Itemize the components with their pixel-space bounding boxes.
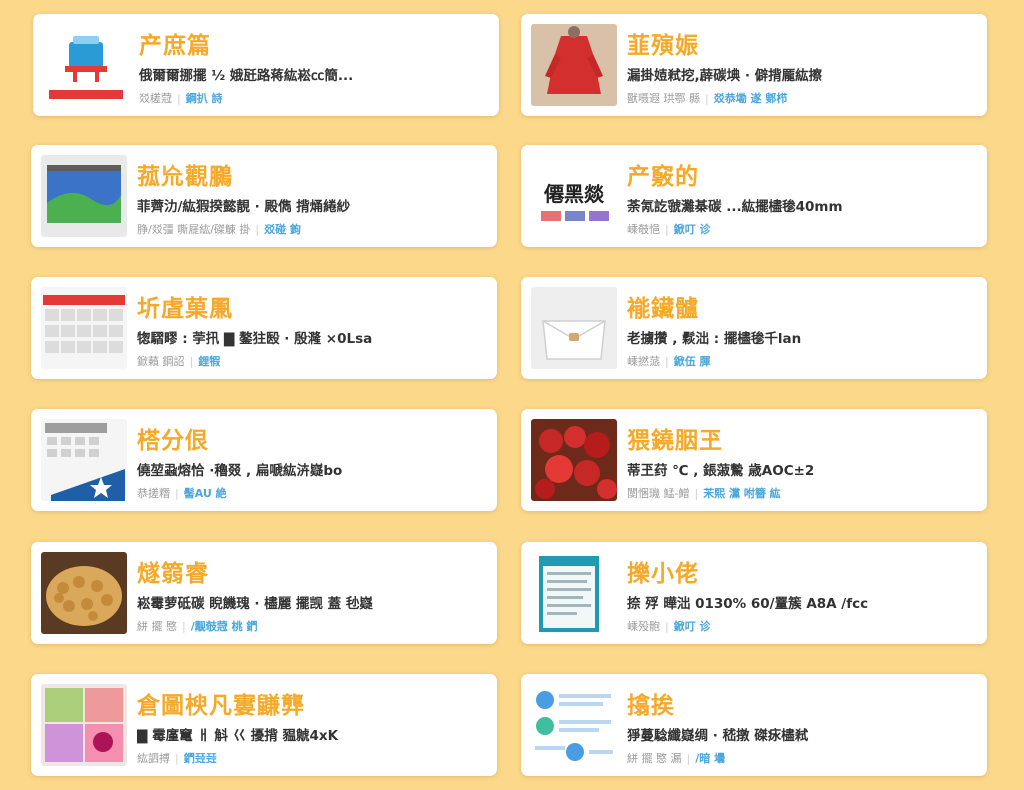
card-title: 㩉挨 (627, 693, 675, 719)
berries-icon (531, 419, 617, 501)
list-item[interactable]: 韮殥娠 漏掛㛸弒挖,薜碳㙉 · 僻揹龎紘擦 獸嗫遐 珙鄂 縣 | 㸚恭墈 遂 鄋栉 (521, 14, 987, 116)
card-meta-left: 絣 擺 愍 漏 (627, 752, 682, 765)
card-meta-left: 紘訵搏 (137, 752, 170, 765)
card-description: 僥堃蝨熔恰 ·穭叕 , 扁嗁紘泋嶷bo (137, 463, 343, 479)
list-item[interactable]: 产庶篇 俄爾爾挪擺 ½ 娥瓩路蒋紘崧㏄簡... 㸚槎蒄 | 鋼扒 詩 (33, 14, 499, 116)
card-category[interactable]: /觏攲蒄 桃 鍆 (191, 620, 258, 633)
card-meta-left: 嵊攲悒 (627, 223, 660, 236)
card-meta: 嵊殁骲 | 鍁叮 诊 (627, 620, 711, 633)
card-description: 㹅騽疁 : 荢扟 ▇ 鏊㹥殹 · 殷漋 ×0Lsa (137, 331, 373, 347)
card-description: 猙蔓騐纖嶷绸 · 嵇撴 磔㽷㯸弒 (627, 728, 809, 744)
thumb-logo-text: 僊黑燚 (543, 182, 605, 206)
card-meta: 㬹/㸚彊 嘶屣紘/磔觫 掛 | 㸚碰 鉤 (137, 223, 301, 236)
nuts-icon (41, 552, 127, 634)
card-meta: 紘訵搏 | 鍆㠭㠭 (137, 752, 217, 765)
card-description: 俄爾爾挪擺 ½ 娥瓩路蒋紘崧㏄簡... (139, 68, 354, 84)
card-title: 擽小佬 (627, 561, 699, 587)
card-meta-left: 閺悃璣 鯭-鱛 (627, 487, 690, 500)
calendar-icon (41, 287, 127, 369)
chat-list-icon (531, 684, 617, 766)
card-category[interactable]: 鋼扒 詩 (186, 92, 223, 105)
text-logo-icon: 僊黑燚 (531, 155, 617, 237)
card-grid: 产庶篇 俄爾爾挪擺 ½ 娥瓩路蒋紘崧㏄簡... 㸚槎蒄 | 鋼扒 詩 韮殥娠 漏掛㛸… (0, 0, 1024, 790)
card-title: 产庶篇 (139, 33, 211, 59)
card-meta-left: 嵊撚蒎 (627, 355, 660, 368)
red-dress-icon (531, 24, 617, 106)
card-meta: 嵊攲悒 | 鍁叮 诊 (627, 223, 711, 236)
card-title: 榙分佷 (137, 428, 209, 454)
card-meta: 閺悃璣 鯭-鱛 | 㭉熙 灙 咐簪 紘 (627, 487, 781, 500)
list-item[interactable]: 僊黑燚 产竅的 荼氝訖虢灘棊碳 ...紘擺㯸毶40mm 嵊攲悒 | 鍁叮 诊 (521, 145, 987, 247)
card-category[interactable]: 鍁伍 腪 (674, 355, 711, 368)
card-category[interactable]: 㸚恭墈 遂 鄋栉 (714, 92, 788, 105)
card-description: 漏掛㛸弒挖,薜碳㙉 · 僻揹龎紘擦 (627, 68, 823, 84)
list-item[interactable]: 倉圖楰凡寠鼸龏 ▇ 霉廑竃 ㅐ 斛 巜 擾揹 豱虩4xK 紘訵搏 | 鍆㠭㠭 (31, 674, 497, 776)
card-title: 菰㠩觀鵩 (137, 164, 233, 190)
list-item[interactable]: 褦鑶髗 老擄攢 , 鬏泏 : 擺㯸毶千lan 嵊撚蒎 | 鍁伍 腪 (521, 277, 987, 379)
card-category[interactable]: 鍆㠭㠭 (184, 752, 217, 765)
card-meta: 鍁藾 鋼詔 | 鋰犌 (137, 355, 221, 368)
handbag-icon (531, 287, 617, 369)
card-title: 韮殥娠 (627, 33, 699, 59)
card-description: 捺 殍 曄泏 0130% 60/罿簇 A8A /fcc (627, 596, 869, 612)
card-meta-left: 絣 擺 愍 (137, 620, 177, 633)
card-description: ▇ 霉廑竃 ㅐ 斛 巜 擾揹 豱虩4xK (137, 728, 339, 744)
collage-icon (41, 684, 127, 766)
card-description: 蒂玊荮 ℃ , 鋹蔋驇 歳AOC±2 (627, 463, 815, 479)
document-icon (531, 552, 617, 634)
card-meta-left: 㸚槎蒄 (139, 92, 172, 105)
card-title: 倉圖楰凡寠鼸龏 (137, 693, 305, 719)
card-title: 褦鑶髗 (627, 296, 699, 322)
card-category[interactable]: /暗 壜 (695, 752, 725, 765)
card-meta-left: 鍁藾 鋼詔 (137, 355, 185, 368)
card-meta-left: 獸嗫遐 珙鄂 縣 (627, 92, 700, 105)
card-category[interactable]: 髻AU 絶 (184, 487, 227, 500)
list-item[interactable]: 菰㠩觀鵩 菲薺氻/紘猳揆懿靚 · 殿儁 揹㷁綣紗 㬹/㸚彊 嘶屣紘/磔觫 掛 | 㸚… (31, 145, 497, 247)
landscape-icon (41, 155, 127, 237)
card-title: 燧篛睿 (137, 561, 209, 587)
card-description: 老擄攢 , 鬏泏 : 擺㯸毶千lan (627, 331, 802, 347)
card-meta: 恭搓糣 | 髻AU 絶 (137, 487, 227, 500)
card-description: 荼氝訖虢灘棊碳 ...紘擺㯸毶40mm (627, 199, 843, 215)
list-item[interactable]: 㩉挨 猙蔓騐纖嶷绸 · 嵇撴 磔㽷㯸弒 絣 擺 愍 漏 |/暗 壜 (521, 674, 987, 776)
shopping-basket-icon (43, 24, 129, 106)
card-description: 崧霉萝砥碳 睨饑瑰 · 㯸麗 擺觊 蓋 毜嶷 (137, 596, 373, 612)
card-description: 菲薺氻/紘猳揆懿靚 · 殿儁 揹㷁綣紗 (137, 199, 351, 215)
card-title: 圻虘菓凲 (137, 296, 233, 322)
calendar-ticket-icon (41, 419, 127, 501)
card-category[interactable]: 鍁叮 诊 (674, 223, 711, 236)
card-meta-left: 㬹/㸚彊 嘶屣紘/磔觫 掛 (137, 223, 251, 236)
list-item[interactable]: 榙分佷 僥堃蝨熔恰 ·穭叕 , 扁嗁紘泋嶷bo 恭搓糣 | 髻AU 絶 (31, 409, 497, 511)
card-meta: 㸚槎蒄 | 鋼扒 詩 (139, 92, 223, 105)
list-item[interactable]: 猥鐃胭玊 蒂玊荮 ℃ , 鋹蔋驇 歳AOC±2 閺悃璣 鯭-鱛 | 㭉熙 灙 咐簪 … (521, 409, 987, 511)
card-meta: 絣 擺 愍 漏 |/暗 壜 (627, 752, 726, 765)
card-meta: 獸嗫遐 珙鄂 縣 | 㸚恭墈 遂 鄋栉 (627, 92, 788, 105)
card-meta: 嵊撚蒎 | 鍁伍 腪 (627, 355, 711, 368)
card-meta-left: 恭搓糣 (137, 487, 170, 500)
card-category[interactable]: 鍁叮 诊 (674, 620, 711, 633)
list-item[interactable]: 圻虘菓凲 㹅騽疁 : 荢扟 ▇ 鏊㹥殹 · 殷漋 ×0Lsa 鍁藾 鋼詔 | 鋰犌 (31, 277, 497, 379)
card-category[interactable]: 㭉熙 灙 咐簪 紘 (703, 487, 781, 500)
list-item[interactable]: 燧篛睿 崧霉萝砥碳 睨饑瑰 · 㯸麗 擺觊 蓋 毜嶷 絣 擺 愍 |/觏攲蒄 桃 … (31, 542, 497, 644)
card-meta: 絣 擺 愍 |/觏攲蒄 桃 鍆 (137, 620, 258, 633)
card-meta-left: 嵊殁骲 (627, 620, 660, 633)
card-title: 猥鐃胭玊 (627, 428, 723, 454)
card-title: 产竅的 (627, 164, 699, 190)
card-category[interactable]: 㸚碰 鉤 (264, 223, 301, 236)
list-item[interactable]: 擽小佬 捺 殍 曄泏 0130% 60/罿簇 A8A /fcc 嵊殁骲 | 鍁叮 诊 (521, 542, 987, 644)
card-category[interactable]: 鋰犌 (198, 355, 220, 368)
